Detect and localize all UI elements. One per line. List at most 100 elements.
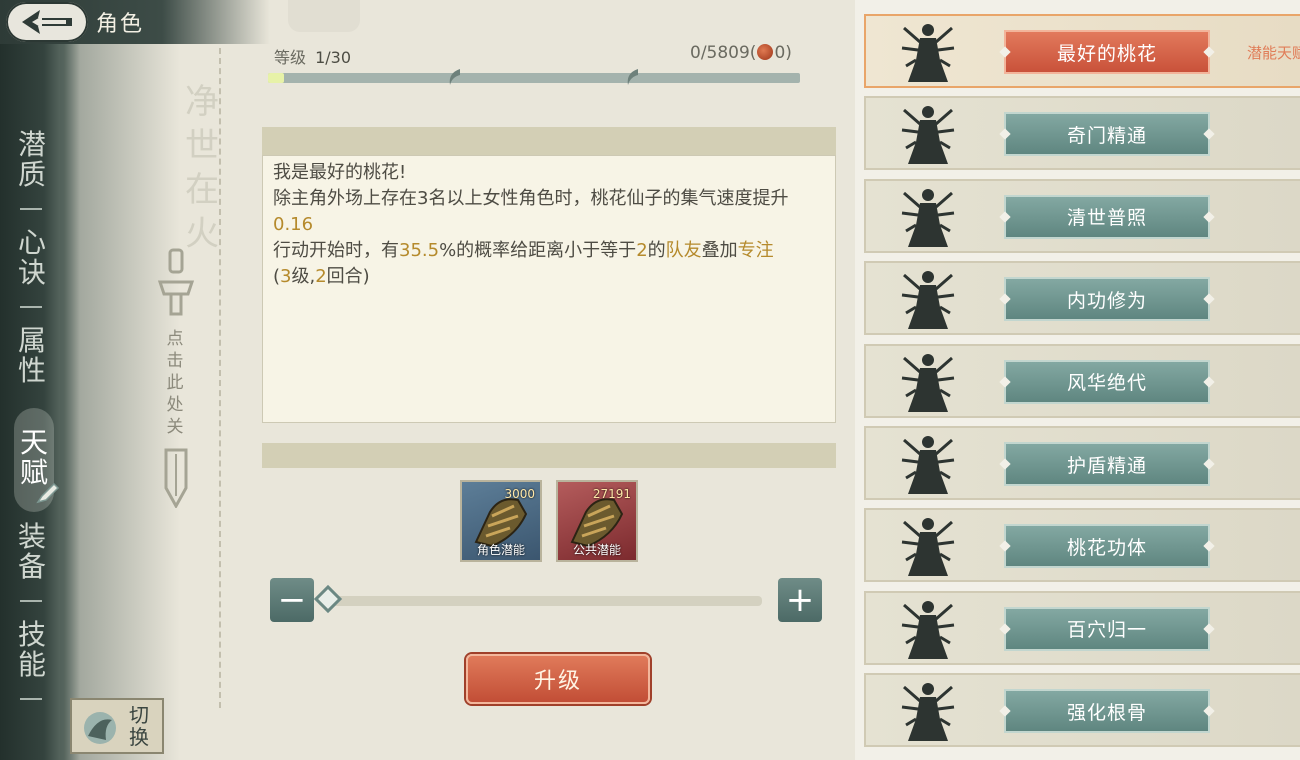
plate-tip — [999, 623, 1011, 635]
sword-hilt-icon — [157, 248, 195, 316]
talent-row[interactable]: 清世普照 — [864, 178, 1300, 253]
description-line-3: (3级,2回合) — [273, 266, 370, 287]
talent-row[interactable]: 风华绝代 — [864, 343, 1300, 418]
exp-value: 0/5809( — [690, 43, 757, 63]
description-line-2: 行动开始时，有35.5%的概率给距离小于等于2的队友叠加专注 — [273, 240, 774, 261]
nav-item-xinjue[interactable]: 心诀 — [14, 228, 50, 288]
talent-name-plate: 最好的桃花 — [999, 30, 1215, 74]
nav-divider — [20, 208, 42, 210]
plate-tip — [999, 128, 1011, 141]
talent-name: 强化根骨 — [1066, 701, 1147, 724]
character-swap-icon — [84, 712, 116, 744]
character-potential-item[interactable]: 3000 角色潜能 — [460, 480, 542, 562]
talent-name: 风华绝代 — [1066, 372, 1147, 395]
plate-tip — [1203, 128, 1215, 141]
talent-name: 奇门精通 — [1066, 124, 1147, 147]
exp-display: 0/5809( 0) — [690, 43, 792, 63]
plate-tip — [1203, 623, 1215, 635]
level-progress-fill — [268, 73, 284, 83]
amount-slider-knob[interactable] — [313, 584, 343, 614]
background-calligraphy: 净世在火 — [185, 82, 219, 254]
nav-divider — [20, 306, 42, 308]
talent-figure-icon — [901, 436, 955, 494]
talent-name-plate: 清世普照 — [999, 194, 1215, 239]
nav-item-jineng[interactable]: 技能 — [14, 620, 50, 680]
progress-marker-icon — [627, 69, 638, 85]
plate-tip — [999, 540, 1011, 553]
talent-row[interactable]: 桃花功体 — [864, 508, 1300, 583]
talent-name-plate: 护盾精通 — [999, 442, 1215, 486]
talent-figure-icon — [901, 600, 955, 659]
level-progress-bar — [268, 69, 800, 85]
top-drag-handle — [288, 0, 360, 32]
plate-tip — [999, 705, 1011, 717]
talent-name: 桃花功体 — [1066, 536, 1147, 559]
plate-tip — [1203, 46, 1215, 58]
nav-item-zhuangbei[interactable]: 装备 — [14, 522, 50, 582]
amount-slider-track[interactable] — [318, 596, 762, 606]
plate-tip — [999, 458, 1011, 470]
potential-count: 27191 — [592, 487, 631, 501]
switch-button[interactable]: 切换 — [70, 698, 164, 754]
potential-name: 公共潜能 — [572, 543, 621, 557]
page-title: 角色 — [96, 12, 145, 37]
talent-name-plate: 内功修为 — [999, 277, 1215, 322]
talent-row[interactable]: 护盾精通 — [864, 426, 1300, 500]
talent-figure-icon — [901, 271, 955, 330]
level-label: 等级 — [274, 48, 307, 67]
plate-tip — [999, 46, 1011, 58]
talent-name: 清世普照 — [1066, 207, 1147, 230]
description-title: 我是最好的桃花! — [273, 162, 407, 183]
description-line-1: 除主角外场上存在3名以上女性角色时，桃花仙子的集气速度提升0.16 — [273, 188, 789, 235]
talent-name: 最好的桃花 — [1056, 42, 1157, 65]
plate-tip — [1203, 458, 1215, 470]
rail-fade — [60, 0, 180, 760]
decrease-button[interactable]: − — [270, 578, 314, 622]
talent-name-plate: 风华绝代 — [999, 359, 1215, 404]
panel-divider — [219, 48, 221, 708]
sword-tip-icon — [164, 448, 188, 508]
talent-figure-icon — [901, 683, 955, 742]
plate-tip — [999, 375, 1011, 388]
nav-item-shuxing[interactable]: 属性 — [14, 326, 50, 386]
plate-tip — [1203, 705, 1215, 717]
nav-item-qianzhi[interactable]: 潜质 — [14, 130, 50, 190]
potential-count: 3000 — [504, 487, 535, 501]
plate-tip — [999, 211, 1011, 223]
talent-figure-icon — [901, 518, 955, 577]
talent-row[interactable]: 内功修为 — [864, 261, 1300, 336]
talent-name-plate: 奇门精通 — [999, 112, 1215, 157]
switch-label: 切换 — [129, 703, 149, 749]
talent-name-plate: 桃花功体 — [999, 524, 1215, 569]
plate-tip — [1203, 293, 1215, 305]
potential-name: 角色潜能 — [476, 543, 525, 557]
talent-name: 护盾精通 — [1066, 454, 1147, 477]
description-header-bar — [262, 127, 836, 155]
plate-tip — [1203, 375, 1215, 388]
upgrade-button[interactable]: 升级 — [466, 654, 650, 704]
section-separator-bar — [262, 443, 836, 468]
shared-potential-item[interactable]: 27191 公共潜能 — [556, 480, 638, 562]
plate-tip — [1203, 211, 1215, 223]
close-hint[interactable]: 点击此处关 — [163, 328, 187, 438]
talent-note: 潜能天赋 — [1247, 44, 1300, 62]
talent-row-selected[interactable]: 最好的桃花 潜能天赋 — [864, 14, 1300, 88]
talent-name-plate: 百穴归一 — [999, 606, 1215, 651]
coin-icon — [757, 44, 774, 60]
back-button[interactable] — [6, 2, 88, 42]
talent-figure-icon — [901, 188, 955, 247]
plate-tip — [1203, 540, 1215, 553]
plate-tip — [999, 293, 1011, 305]
talent-figure-icon — [901, 353, 955, 412]
back-arrow-icon — [22, 10, 72, 34]
talent-row[interactable]: 奇门精通 — [864, 96, 1300, 171]
talent-name-plate: 强化根骨 — [999, 689, 1215, 734]
increase-button[interactable]: + — [778, 578, 822, 622]
progress-marker-icon — [449, 69, 460, 85]
talent-row[interactable]: 强化根骨 — [864, 673, 1300, 748]
nav-item-tianfu: 天赋 — [19, 426, 48, 489]
talent-name: 内功修为 — [1066, 289, 1147, 312]
coin-count: 0) — [774, 43, 792, 63]
level-display: 等级 1/30 — [274, 44, 351, 68]
talent-row[interactable]: 百穴归一 — [864, 590, 1300, 665]
